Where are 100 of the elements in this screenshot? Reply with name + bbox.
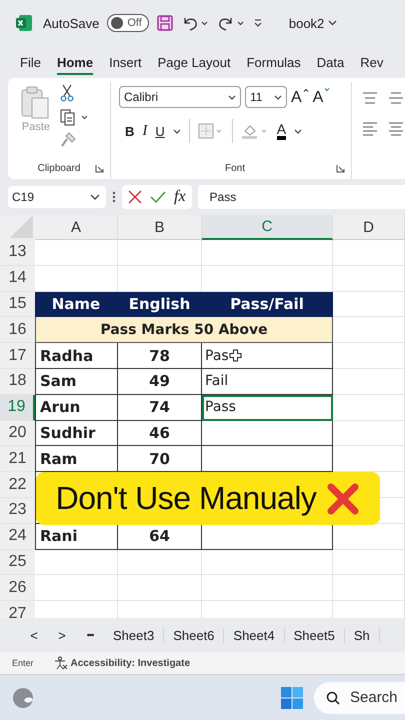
caret-icon [90,194,100,200]
caret-icon [328,20,338,26]
next-sheet-button[interactable]: > [48,628,76,642]
score-cell: 78 [118,343,202,369]
result-cell: Fail [202,368,333,395]
file-name-button[interactable]: book2 [288,16,338,30]
caret-icon [228,94,236,100]
more-sheets-button[interactable]: ••• [76,630,104,640]
grow-font-button[interactable]: A [291,88,309,106]
mode-indicator: Enter [12,658,34,668]
row-header[interactable]: 19 [0,394,35,421]
search-icon [326,690,340,704]
caret-icon [274,94,282,100]
autosave-toggle[interactable]: Off [107,14,149,32]
windows-start-icon[interactable] [280,686,304,710]
ribbon-tab[interactable]: Page Layout [150,48,239,76]
dialog-launcher-icon[interactable] [95,164,104,173]
header-cell: English [118,292,202,318]
insert-function-button[interactable]: fx [174,188,186,206]
accessibility-icon [54,656,68,670]
result-cell: Pas [202,343,333,369]
taskbar-search-field[interactable]: Search [314,682,405,714]
row-header[interactable]: 20 [0,420,35,446]
name-cell: Radha [35,343,118,369]
banner-text: Don't Use Manualy [56,480,316,517]
sheet-tab[interactable]: Sheet3 [104,628,164,642]
score-cell: 74 [118,394,202,421]
formula-input[interactable]: Pass [198,185,405,209]
row-header[interactable]: 26 [0,575,35,602]
bold-button[interactable]: B [125,124,134,138]
name-cell: Sudhir [35,420,118,446]
font-name-field[interactable]: Calibri [119,86,241,108]
accessibility-button[interactable]: Accessibility: Investigate [54,656,190,670]
ribbon-tab[interactable]: Home [48,48,102,76]
row-header[interactable]: 23 [0,498,35,524]
ribbon-tab[interactable]: File [12,48,49,76]
save-icon[interactable] [156,15,173,31]
score-cell: 46 [118,420,202,446]
header-cell: Name [35,292,118,318]
excel-logo-icon [15,14,33,32]
row-header[interactable]: 27 [0,601,35,618]
empty-cell [333,394,405,421]
customize-toolbar-icon[interactable] [252,18,263,28]
up-chevron-icon [302,88,309,92]
ribbon-tab[interactable]: Rev [352,48,392,76]
ribbon-tab[interactable]: Data [308,48,352,76]
row-header[interactable]: 13 [0,240,35,266]
ribbon-tab[interactable]: Insert [101,48,150,76]
cut-icon[interactable] [60,84,74,102]
column-header[interactable]: D [333,215,405,240]
middle-align-icon[interactable] [388,92,404,104]
row-header[interactable]: 25 [0,550,35,576]
score-cell: 49 [118,368,202,395]
ribbon-tab[interactable]: Formulas [238,48,309,76]
sheet-tab[interactable]: Sheet6 [164,628,224,642]
empty-cell [333,240,405,266]
cross-icon [326,482,360,516]
empty-cell [333,368,405,395]
underline-button[interactable]: U [155,124,165,138]
caret-icon[interactable] [294,128,302,134]
caret-icon[interactable] [172,128,181,134]
font-color-button[interactable]: A [276,122,286,140]
format-painter-icon[interactable] [60,132,76,148]
row-header[interactable]: 14 [0,266,35,292]
font-size-field[interactable]: 11 [245,86,287,108]
row-header[interactable]: 24 [0,524,35,550]
row-header[interactable]: 21 [0,446,35,472]
cancel-icon[interactable] [128,190,142,204]
sheet-tab[interactable]: Sheet5 [284,628,345,642]
empty-cell [333,550,405,576]
italic-button[interactable]: I [142,122,148,140]
group-label: Font [224,162,245,174]
column-header[interactable]: A [35,215,118,240]
dialog-launcher-icon[interactable] [336,164,345,173]
row-header[interactable]: 22 [0,472,35,498]
group-label: Clipboard [38,162,80,174]
align-left-icon[interactable] [362,122,378,136]
active-cell[interactable]: Pass [202,394,333,421]
name-box[interactable]: C19 [8,186,106,208]
row-header[interactable]: 15 [0,292,35,318]
sheet-tab[interactable]: Sheet4 [224,628,285,642]
align-center-icon[interactable] [388,122,404,136]
empty-cell [333,343,405,369]
down-chevron-icon [324,88,330,92]
column-header[interactable]: C [202,215,333,240]
column-header[interactable]: B [118,215,202,240]
header-cell: Pass/Fail [202,292,333,318]
previous-sheet-button[interactable]: < [20,628,48,642]
empty-cell [333,266,405,292]
top-align-icon[interactable] [362,92,378,104]
row-header[interactable]: 17 [0,343,35,369]
row-header[interactable]: 16 [0,317,35,344]
copy-icon[interactable] [60,108,90,126]
row-header[interactable]: 18 [0,368,35,395]
enter-check-icon[interactable] [150,191,166,203]
more-options-icon[interactable] [112,191,116,203]
shrink-font-button[interactable]: A [312,88,330,106]
redo-icon[interactable] [216,15,245,31]
app-circle-icon[interactable] [12,686,34,708]
sheet-tab[interactable]: Sh [344,628,380,642]
